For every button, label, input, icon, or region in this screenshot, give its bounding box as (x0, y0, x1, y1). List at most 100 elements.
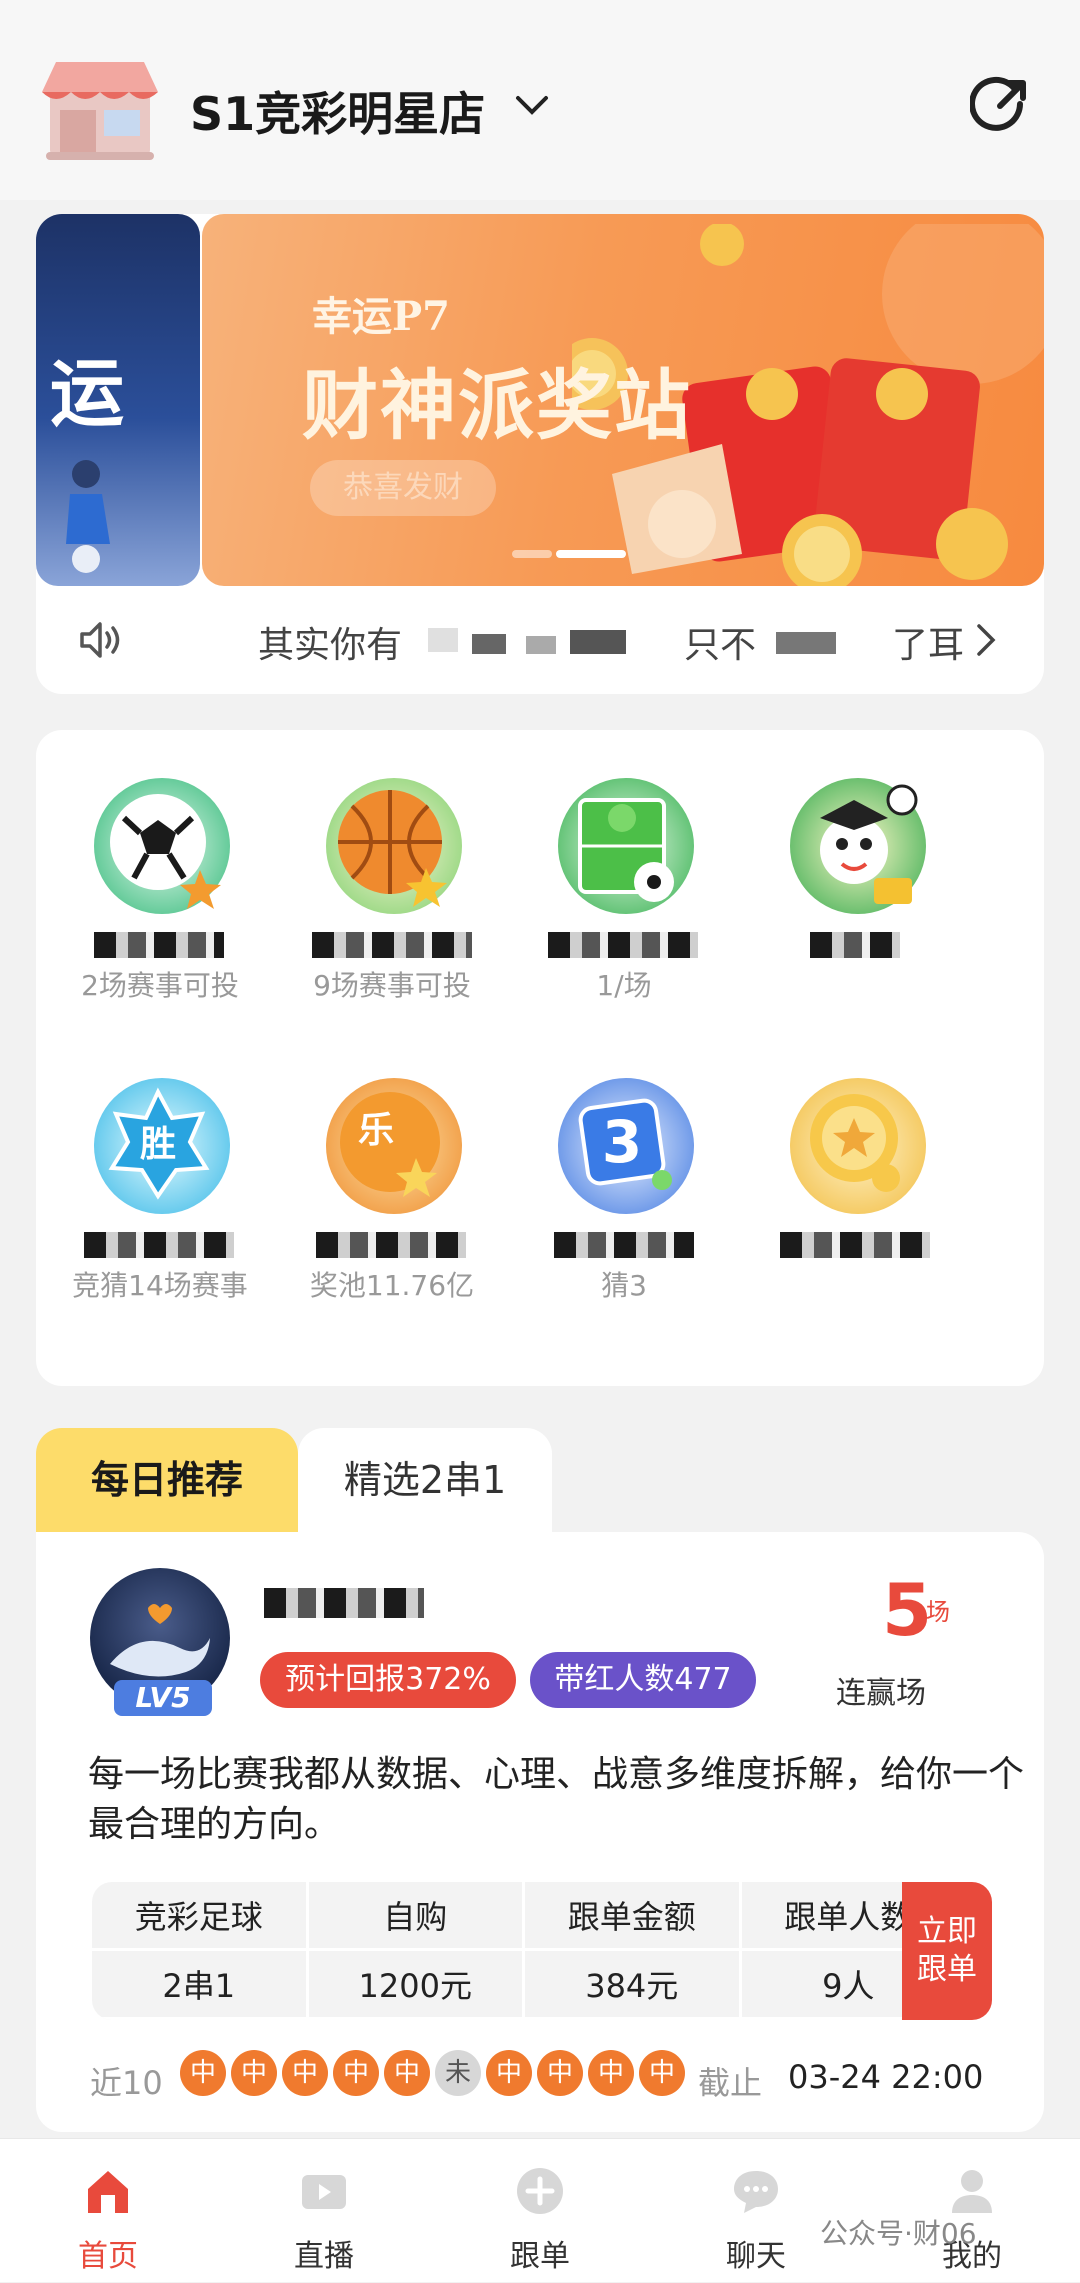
table-cell: 384元 (525, 1951, 742, 2020)
followers-badge: 带红人数477 (530, 1652, 756, 1708)
game-name (276, 926, 508, 962)
notice-text-b: 只不 (684, 625, 757, 666)
nav-item-live[interactable]: 直播 (234, 2139, 414, 2283)
share-icon[interactable] (969, 74, 1032, 136)
nav-item-chat[interactable]: 聊天 (666, 2139, 846, 2283)
chevron-down-icon[interactable] (512, 86, 552, 126)
result-ball: 中 (588, 2050, 634, 2096)
game-item-pl3[interactable]: 3 猜3 (508, 1030, 740, 1320)
store-name[interactable]: S1竞彩明星店 (190, 78, 485, 144)
recommend-description: 每一场比赛我都从数据、心理、战意多维度拆解，给你一个最合理的方向。 (88, 1754, 1025, 1845)
bottom-nav: 首页 直播 跟单 聊天 我的 (0, 2138, 1080, 2282)
digit-three-icon: 3 (558, 1078, 694, 1214)
banner-title: 财神派奖站 (302, 361, 692, 450)
pitch-icon (558, 778, 694, 914)
carousel-indicator (512, 550, 642, 558)
result-ball: 中 (231, 2050, 277, 2096)
game-item-lotto[interactable]: 乐 奖池11.76亿 (276, 1030, 508, 1320)
lottery-games-grid: 2场赛事可投 9场赛事可投 1/场 胜 竞猜14场赛事 乐 奖池11.76亿 3… (36, 730, 1044, 1386)
redaction-block (526, 636, 556, 654)
level-badge: LV5 (114, 1680, 212, 1716)
win-streak-unit: 场 (926, 1598, 950, 1626)
app-header: S1竞彩明星店 (0, 0, 1080, 200)
chat-icon (730, 2165, 782, 2217)
result-ball: 中 (282, 2050, 328, 2096)
game-name (508, 1226, 740, 1262)
tab-daily-recommend[interactable]: 每日推荐 (36, 1428, 298, 1532)
follow-now-button[interactable]: 立即跟单 (902, 1882, 992, 2020)
chevron-right-icon[interactable] (966, 620, 1006, 660)
bet-info-table: 竞彩足球 自购 跟单金额 跟单人数 2串1 1200元 384元 9人 (92, 1882, 958, 2020)
speaker-icon (76, 616, 124, 664)
result-ball: 中 (486, 2050, 532, 2096)
game-sub: 奖池11.76亿 (309, 1269, 475, 1302)
table-header: 自购 (308, 1882, 525, 1951)
game-item-mascot[interactable] (740, 730, 972, 1020)
nav-label: 直播 (294, 2239, 354, 2274)
result-ball: 中 (384, 2050, 430, 2096)
expected-return-badge: 预计回报372% (260, 1652, 516, 1708)
nav-item-home[interactable]: 首页 (18, 2139, 198, 2283)
store-icon[interactable] (36, 52, 164, 162)
game-sub: 猜3 (601, 1269, 647, 1302)
game-name (44, 1226, 276, 1262)
game-item-sfc[interactable]: 胜 竞猜14场赛事 (44, 1030, 276, 1320)
nav-item-mine[interactable]: 我的 (882, 2139, 1062, 2283)
banner-slide-current[interactable]: 幸运P7 财神派奖站 恭喜发财 (202, 214, 1044, 586)
game-name (740, 1226, 972, 1262)
redaction-block (570, 630, 626, 654)
game-sub: 2场赛事可投 (81, 969, 239, 1002)
banner-slide-prev[interactable]: 运 (36, 214, 200, 586)
svg-text:3: 3 (602, 1108, 642, 1176)
recent-label: 近10 (90, 2064, 163, 2102)
redaction-block (776, 632, 836, 654)
deadline-label: 截止 (698, 2064, 763, 2102)
coin-icon (790, 1078, 926, 1214)
follow-now-label: 立即跟单 (917, 1914, 977, 1987)
nav-item-follow[interactable]: 跟单 (450, 2139, 630, 2283)
game-name (508, 926, 740, 962)
result-ball: 中 (333, 2050, 379, 2096)
watermark-text: 公众号·财06 (820, 2217, 977, 2250)
result-ball: 中 (639, 2050, 685, 2096)
result-ball: 中 (537, 2050, 583, 2096)
result-ball: 中 (180, 2050, 226, 2096)
plus-circle-icon (514, 2165, 566, 2217)
result-ball: 未 (435, 2050, 481, 2096)
game-sub: 9场赛事可投 (313, 969, 471, 1002)
game-item-single[interactable]: 1/场 (508, 730, 740, 1020)
notice-text-c: 了耳 (892, 625, 965, 666)
redaction-block (472, 634, 506, 654)
user-icon (946, 2165, 998, 2217)
svg-text:胜: 胜 (140, 1124, 176, 1165)
player-icon (66, 460, 110, 573)
tab-selected-parlay[interactable]: 精选2串1 (298, 1428, 552, 1532)
table-header: 跟单金额 (525, 1882, 742, 1951)
game-item-basketball[interactable]: 9场赛事可投 (276, 730, 508, 1020)
table-cell: 1200元 (308, 1951, 525, 2020)
recommend-card[interactable]: LV5 预计回报372% 带红人数477 5 场 连赢场 每一场比赛我都从数据、… (36, 1532, 1044, 2132)
notice-bar[interactable]: 其实你有 只不 了耳 (36, 586, 1044, 694)
game-sub: 1/场 (596, 969, 652, 1002)
game-item-pl5[interactable] (740, 1030, 972, 1320)
game-item-football[interactable]: 2场赛事可投 (44, 730, 276, 1020)
banner-card: 运 幸运P7 财神派奖站 恭喜发财 其实你有 只不 了耳 (36, 214, 1044, 694)
banner-prev-text: 运 (50, 351, 124, 437)
live-icon (298, 2165, 350, 2217)
star-badge-icon: 胜 (94, 1078, 230, 1214)
game-name (740, 926, 972, 962)
game-name (44, 926, 276, 962)
svg-text:乐: 乐 (358, 1110, 394, 1151)
home-icon (82, 2165, 134, 2217)
notice-text: 其实你有 (258, 616, 402, 668)
nav-label: 跟单 (510, 2239, 570, 2274)
redaction-block (428, 628, 458, 652)
mascot-icon (790, 778, 926, 914)
win-streak-label: 连赢场 (836, 1676, 926, 1711)
game-name (276, 1226, 508, 1262)
game-sub: 竞猜14场赛事 (72, 1269, 248, 1302)
win-streak-number: 5 (882, 1568, 933, 1652)
notice-text-a: 其实你有 (258, 625, 403, 666)
deadline-time: 03-24 22:00 (788, 2058, 984, 2096)
football-icon (94, 778, 230, 914)
